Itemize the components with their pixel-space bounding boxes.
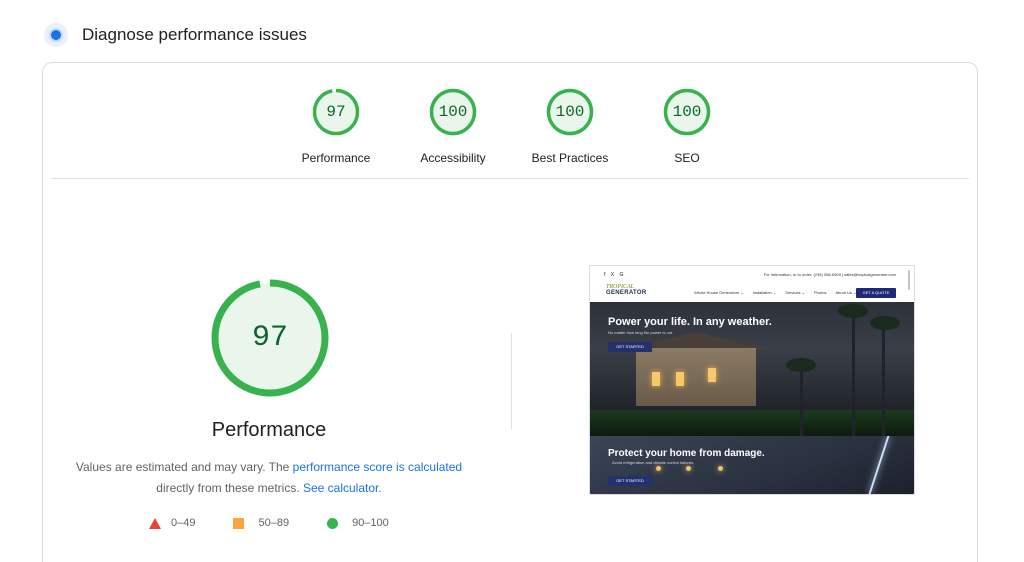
vertical-divider	[511, 333, 512, 429]
get-started-button: GET STARTED	[608, 342, 652, 352]
legend-item-fail: 0–49	[149, 517, 195, 529]
square-icon	[233, 517, 245, 529]
hero-banner-1: Power your life. In any weather. No matt…	[590, 302, 914, 436]
final-screenshot[interactable]: f X G For information, or to order: (239…	[589, 265, 915, 495]
gauge-ring: 100	[662, 87, 712, 137]
desc-text-1: Values are estimated and may vary. The	[75, 460, 293, 474]
logo-bottom: GENERATOR	[606, 290, 647, 296]
circle-icon	[327, 517, 339, 529]
nav-item: Photos	[814, 290, 827, 295]
gauge-ring: 100	[545, 87, 595, 137]
legend-item-pass: 90–100	[327, 517, 389, 529]
gauge-ring: 97	[311, 87, 361, 137]
social-icons: f X G	[604, 272, 626, 278]
palm-tree	[852, 306, 855, 436]
lamp-light	[686, 466, 691, 471]
window-light	[708, 368, 716, 382]
hero2-subtitle: Avoid refrigeration and climate control …	[612, 460, 695, 465]
gauge-performance[interactable]: 97 Performance	[276, 87, 396, 165]
gauge-label: SEO	[674, 151, 700, 165]
legend-range: 90–100	[352, 517, 389, 529]
score-description: Values are estimated and may vary. The p…	[73, 457, 465, 499]
nav-item: Services ⌄	[785, 290, 806, 295]
category-gauges: 97 Performance 100 Accessibility 100 Bes…	[43, 87, 977, 197]
palm-frond	[870, 316, 900, 330]
divider	[51, 178, 969, 179]
nav-item: About Us ⌄	[835, 290, 857, 295]
site-logo: TROPICAL GENERATOR	[606, 284, 650, 298]
hero2-title: Protect your home from damage.	[608, 448, 765, 459]
gauge-score: 100	[672, 103, 702, 121]
see-calculator-link[interactable]: See calculator.	[303, 481, 382, 495]
palm-tree	[882, 318, 885, 436]
window-light	[676, 372, 684, 386]
main-performance-gauge: 97	[209, 277, 331, 399]
gauge-label: Performance	[301, 151, 371, 165]
site-nav: Whole House Generators ⌄ Installation ⌄ Se…	[694, 290, 865, 295]
gauge-label: Accessibility	[420, 151, 486, 165]
lightning-bolt	[868, 436, 890, 494]
main-gauge-title: Performance	[211, 419, 327, 441]
palm-tree	[800, 364, 803, 436]
section-title: Diagnose performance issues	[82, 25, 307, 44]
gauge-ring: 100	[428, 87, 478, 137]
gauge-seo[interactable]: 100 SEO	[627, 87, 747, 165]
lamp-light	[656, 466, 661, 471]
legend-range: 50–89	[258, 517, 290, 529]
lamp-light	[718, 466, 723, 471]
site-contact: For information, or to order: (239) 558-…	[763, 272, 896, 277]
gauge-label: Best Practices	[531, 151, 609, 165]
desc-text-2: directly from these metrics.	[156, 481, 303, 495]
lawn	[590, 410, 914, 436]
hero-title: Power your life. In any weather.	[608, 316, 772, 328]
gauge-accessibility[interactable]: 100 Accessibility	[393, 87, 513, 165]
palm-frond	[786, 358, 816, 372]
nav-item: Whole House Generators ⌄	[694, 290, 744, 295]
score-legend: 0–49 50–89 90–100	[149, 515, 427, 531]
performance-score-link[interactable]: performance score is calculated	[293, 460, 462, 474]
quote-button: GET A QUOTE	[856, 288, 896, 298]
hero-subtitle: No matter how long the power is out.	[608, 330, 674, 335]
window-light	[652, 372, 660, 386]
lighthouse-icon	[44, 23, 68, 47]
palm-frond	[838, 304, 868, 318]
report-card: 97 Performance 100 Accessibility 100 Bes…	[42, 62, 978, 562]
hero-banner-2: Protect your home from damage. Avoid ref…	[590, 436, 914, 494]
legend-range: 0–49	[171, 517, 196, 529]
gauge-score: 100	[438, 103, 468, 121]
legend-item-average: 50–89	[233, 517, 289, 529]
scrollbar	[908, 270, 910, 290]
gauge-score: 100	[555, 103, 585, 121]
gauge-score: 97	[326, 103, 346, 121]
site-header: f X G For information, or to order: (239…	[590, 266, 914, 302]
nav-item: Installation ⌄	[752, 290, 777, 295]
gauge-best-practices[interactable]: 100 Best Practices	[510, 87, 630, 165]
main-gauge-score: 97	[251, 321, 288, 355]
section-header: Diagnose performance issues	[44, 22, 307, 48]
triangle-icon	[149, 517, 161, 529]
get-started-button-2: GET STARTED	[608, 476, 652, 486]
